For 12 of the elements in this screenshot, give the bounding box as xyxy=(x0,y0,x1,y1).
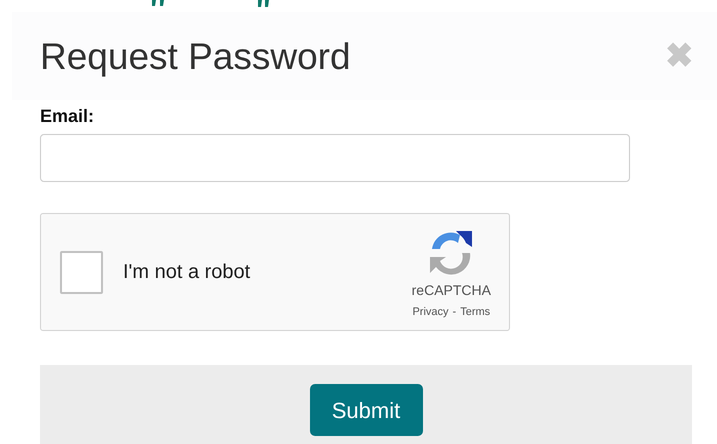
recaptcha-logo-icon xyxy=(428,229,474,276)
dialog-title: Request Password xyxy=(40,38,351,74)
brand-text: reCAPTCHA xyxy=(412,281,491,300)
checkbox-label: I'm not a robot xyxy=(123,260,252,285)
checkbox[interactable] xyxy=(60,250,103,294)
email-field[interactable] xyxy=(40,134,630,182)
terms-link[interactable]: Terms xyxy=(460,304,490,321)
privacy-link[interactable]: Privacy xyxy=(412,304,449,321)
field-label: Email: xyxy=(40,105,96,127)
logo-icon xyxy=(152,0,272,8)
submit-button[interactable]: Submit xyxy=(310,384,422,436)
separator-text: - xyxy=(452,305,456,320)
